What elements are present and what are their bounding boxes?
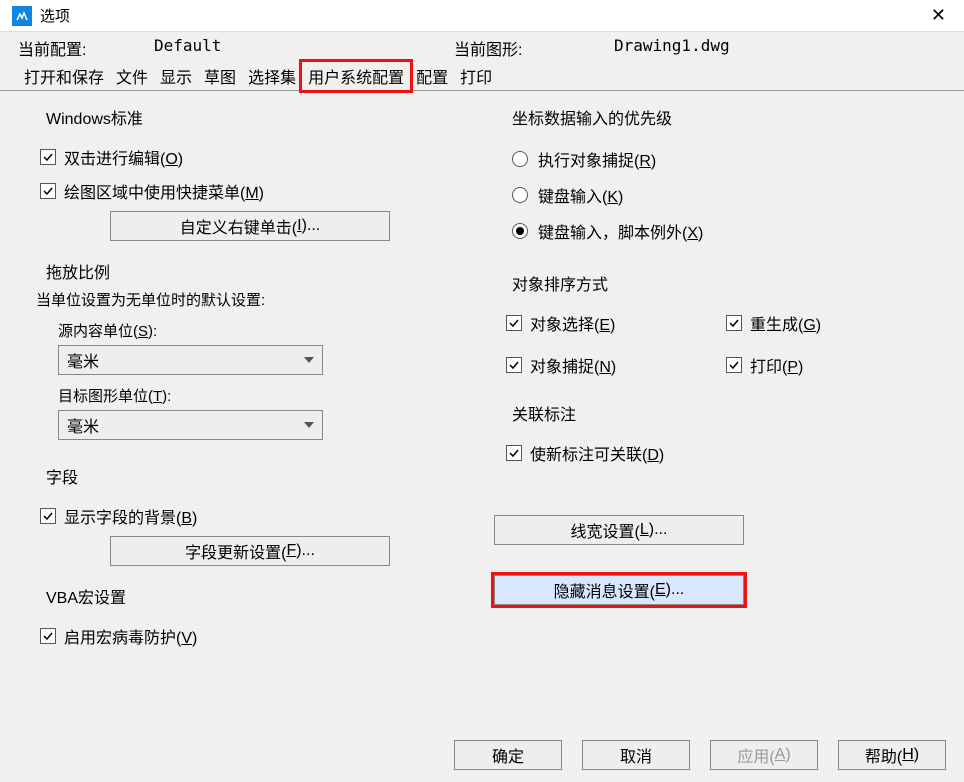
tab-sketch[interactable]: 草图 — [198, 62, 242, 90]
tab-open-save[interactable]: 打开和保存 — [18, 62, 110, 90]
config-info-row: 当前配置: Default 当前图形: Drawing1.dwg — [0, 32, 964, 62]
current-config-label: 当前配置: — [18, 36, 104, 60]
tgt-unit-label: 目标图形单位(T): — [58, 385, 470, 406]
group-title: 坐标数据输入的优先级 — [508, 105, 676, 129]
label-field-bg: 显示字段的背景(B) — [64, 504, 197, 528]
radio-keyboard-except-script[interactable] — [512, 223, 528, 239]
group-windows-standard: Windows标准 双击进行编辑(O) 绘图区域中使用快捷菜单(M) 自定义右键… — [18, 115, 480, 255]
tab-print[interactable]: 打印 — [454, 62, 498, 90]
current-drawing-label: 当前图形: — [454, 36, 574, 60]
checkbox-assoc-dim[interactable] — [506, 445, 522, 461]
label-shortcut-menu: 绘图区域中使用快捷菜单(M) — [64, 179, 264, 203]
checkbox-obj-select[interactable] — [506, 315, 522, 331]
src-unit-select[interactable]: 毫米 — [58, 345, 323, 375]
label-obj-select: 对象选择(E) — [530, 311, 615, 335]
checkbox-shortcut-menu[interactable] — [40, 183, 56, 199]
label-dblclick-edit: 双击进行编辑(O) — [64, 145, 183, 169]
tab-selection[interactable]: 选择集 — [242, 62, 302, 90]
src-unit-value: 毫米 — [67, 348, 99, 372]
close-icon[interactable]: ✕ — [925, 5, 952, 26]
group-assoc-dim: 关联标注 使新标注可关联(D) — [484, 411, 946, 485]
checkbox-regen[interactable] — [726, 315, 742, 331]
label-object-snap: 执行对象捕捉(R) — [538, 147, 656, 171]
app-icon — [12, 6, 32, 26]
checkbox-macro-virus[interactable] — [40, 628, 56, 644]
label-print: 打印(P) — [750, 353, 803, 377]
radio-keyboard[interactable] — [512, 187, 528, 203]
group-field: 字段 显示字段的背景(B) 字段更新设置(F)... — [18, 474, 480, 580]
right-column: 坐标数据输入的优先级 执行对象捕捉(R) 键盘输入(K) 键盘输入，脚本例外(X… — [484, 101, 946, 668]
left-column: Windows标准 双击进行编辑(O) 绘图区域中使用快捷菜单(M) 自定义右键… — [18, 101, 480, 668]
content: Windows标准 双击进行编辑(O) 绘图区域中使用快捷菜单(M) 自定义右键… — [0, 91, 964, 668]
window-title: 选项 — [40, 5, 925, 26]
label-assoc-dim: 使新标注可关联(D) — [530, 441, 664, 465]
src-unit-label: 源内容单位(S): — [58, 320, 470, 341]
tab-config[interactable]: 配置 — [410, 62, 454, 90]
group-title: 对象排序方式 — [508, 271, 612, 295]
current-drawing-value: Drawing1.dwg — [574, 36, 730, 60]
label-keyboard: 键盘输入(K) — [538, 183, 623, 207]
hidden-message-settings-button[interactable]: 隐藏消息设置(E)... — [494, 575, 744, 605]
titlebar: 选项 ✕ — [0, 0, 964, 32]
footer: 确定 取消 应用(A) 帮助(H) — [0, 728, 964, 782]
checkbox-field-bg[interactable] — [40, 508, 56, 524]
right-click-customize-button[interactable]: 自定义右键单击(I)... — [110, 211, 390, 241]
group-object-sort: 对象排序方式 对象选择(E) 重生成(G) 对象捕捉(N) 打印(P) — [484, 281, 946, 397]
drag-scale-desc: 当单位设置为无单位时的默认设置: — [36, 289, 470, 310]
tabs: 打开和保存 文件 显示 草图 选择集 用户系统配置 配置 打印 — [0, 62, 964, 91]
apply-button[interactable]: 应用(A) — [710, 740, 818, 770]
label-regen: 重生成(G) — [750, 311, 821, 335]
label-keyboard-except-script: 键盘输入，脚本例外(X) — [538, 219, 703, 243]
group-title: VBA宏设置 — [42, 584, 130, 608]
tab-user-system-config[interactable]: 用户系统配置 — [302, 62, 410, 90]
group-title: 拖放比例 — [42, 259, 114, 283]
group-vba: VBA宏设置 启用宏病毒防护(V) — [18, 594, 480, 668]
ok-button[interactable]: 确定 — [454, 740, 562, 770]
group-coord-input: 坐标数据输入的优先级 执行对象捕捉(R) 键盘输入(K) 键盘输入，脚本例外(X… — [484, 115, 946, 267]
cancel-button[interactable]: 取消 — [582, 740, 690, 770]
chevron-down-icon — [304, 422, 314, 428]
tab-display[interactable]: 显示 — [154, 62, 198, 90]
group-drag-scale: 拖放比例 当单位设置为无单位时的默认设置: 源内容单位(S): 毫米 目标图形单… — [18, 269, 480, 460]
group-title: Windows标准 — [42, 105, 147, 129]
checkbox-obj-snap[interactable] — [506, 357, 522, 373]
field-update-settings-button[interactable]: 字段更新设置(F)... — [110, 536, 390, 566]
tgt-unit-value: 毫米 — [67, 413, 99, 437]
label-macro-virus: 启用宏病毒防护(V) — [64, 624, 197, 648]
lineweight-settings-button[interactable]: 线宽设置(L)... — [494, 515, 744, 545]
checkbox-print[interactable] — [726, 357, 742, 373]
current-config-value: Default — [104, 36, 454, 60]
label-obj-snap: 对象捕捉(N) — [530, 353, 616, 377]
chevron-down-icon — [304, 357, 314, 363]
checkbox-dblclick-edit[interactable] — [40, 149, 56, 165]
group-title: 关联标注 — [508, 401, 580, 425]
group-title: 字段 — [42, 464, 82, 488]
tab-file[interactable]: 文件 — [110, 62, 154, 90]
tgt-unit-select[interactable]: 毫米 — [58, 410, 323, 440]
radio-object-snap[interactable] — [512, 151, 528, 167]
help-button[interactable]: 帮助(H) — [838, 740, 946, 770]
